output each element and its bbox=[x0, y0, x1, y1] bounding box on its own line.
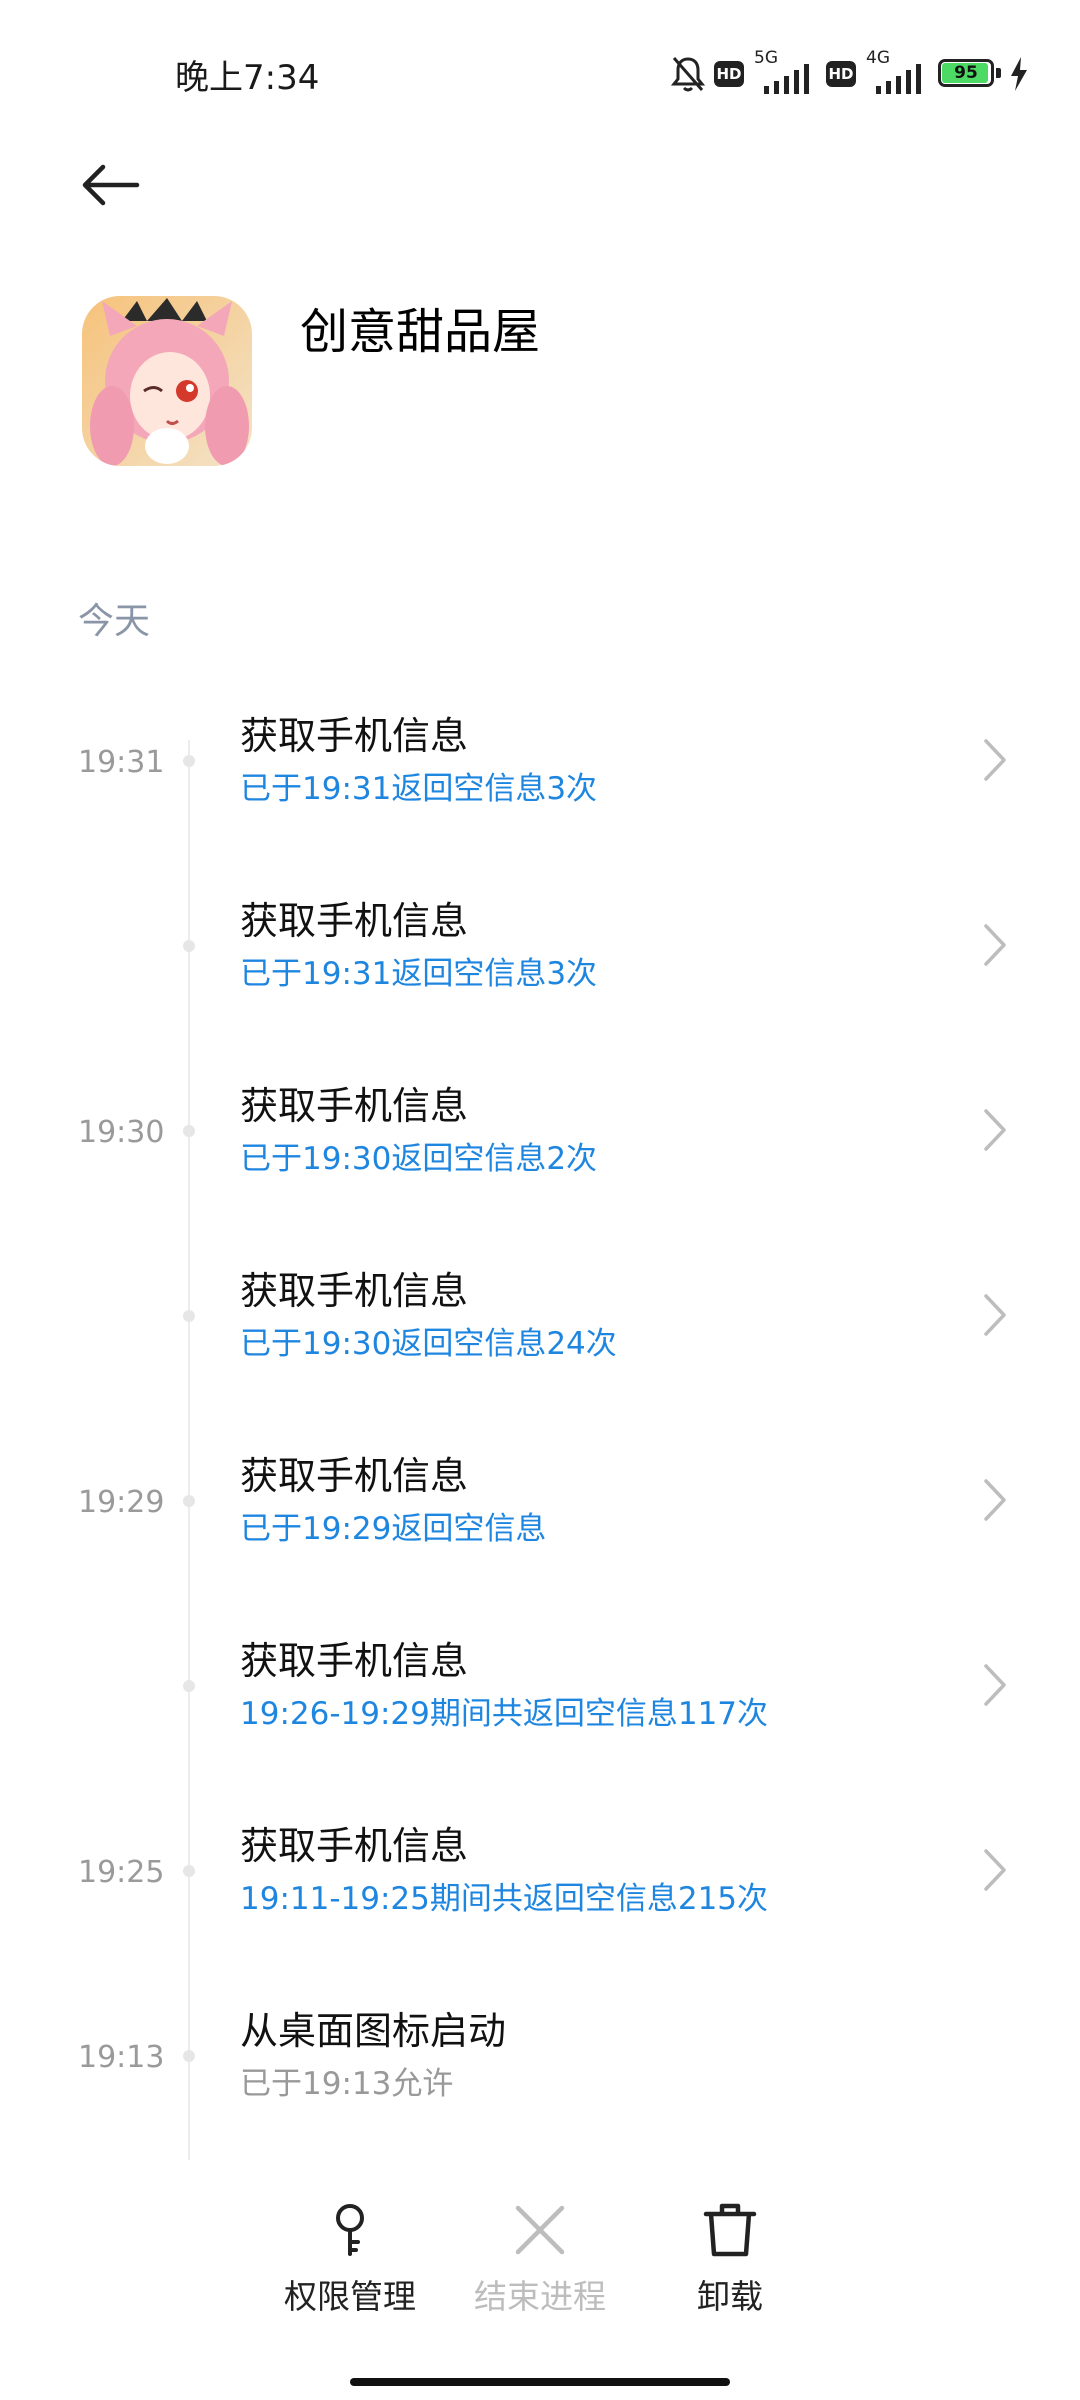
status-time: 晚上7:34 bbox=[175, 58, 320, 98]
uninstall-label: 卸载 bbox=[697, 2277, 763, 2316]
entry-title: 从桌面图标启动 bbox=[240, 2009, 507, 2053]
entry-subtitle: 19:26-19:29期间共返回空信息117次 bbox=[240, 1696, 769, 1732]
chevron-right-icon bbox=[984, 1479, 1006, 1521]
entry-time: 19:31 bbox=[78, 745, 165, 780]
timeline-dot bbox=[183, 1125, 195, 1137]
status-icons: HD 5G HD 4G 95 bbox=[670, 48, 1028, 96]
timeline-dot bbox=[183, 940, 195, 952]
signal-4g-icon: 4G bbox=[864, 48, 930, 96]
back-button[interactable] bbox=[70, 150, 150, 220]
bottom-action-bar: 权限管理 结束进程 卸载 bbox=[0, 2180, 1080, 2330]
entry-title: 获取手机信息 bbox=[240, 1824, 469, 1868]
timeline-dot bbox=[183, 755, 195, 767]
entry-subtitle: 已于19:29返回空信息 bbox=[240, 1511, 547, 1547]
timeline-dot bbox=[183, 1680, 195, 1692]
entry-time: 19:29 bbox=[78, 1485, 165, 1520]
uninstall-button[interactable]: 卸载 bbox=[630, 2180, 830, 2330]
entry-subtitle: 已于19:30返回空信息2次 bbox=[240, 1141, 598, 1177]
app-icon bbox=[82, 296, 252, 466]
chevron-right-icon bbox=[984, 1664, 1006, 1706]
timeline-entry[interactable]: 19:25 获取手机信息 19:11-19:25期间共返回空信息215次 bbox=[0, 1815, 1080, 1965]
hd-icon: HD bbox=[714, 61, 744, 87]
signal-5g-icon: 5G bbox=[752, 48, 818, 96]
chevron-right-icon bbox=[984, 1109, 1006, 1151]
timeline-entry[interactable]: 获取手机信息 已于19:30返回空信息24次 bbox=[0, 1260, 1080, 1410]
entry-title: 获取手机信息 bbox=[240, 899, 469, 943]
section-label-today: 今天 bbox=[78, 601, 151, 642]
chevron-right-icon bbox=[984, 924, 1006, 966]
entry-time: 19:30 bbox=[78, 1115, 165, 1150]
permissions-button[interactable]: 权限管理 bbox=[250, 2180, 450, 2330]
entry-subtitle: 19:11-19:25期间共返回空信息215次 bbox=[240, 1881, 769, 1917]
timeline-entry[interactable]: 获取手机信息 已于19:31返回空信息3次 bbox=[0, 890, 1080, 1040]
arrow-left-icon bbox=[82, 164, 140, 206]
timeline-dot bbox=[183, 2050, 195, 2062]
entry-title: 获取手机信息 bbox=[240, 1454, 469, 1498]
timeline-entry: 19:13 从桌面图标启动 已于19:13允许 bbox=[0, 2000, 1080, 2150]
entry-subtitle: 已于19:13允许 bbox=[240, 2066, 454, 2102]
timeline-entry[interactable]: 获取手机信息 19:26-19:29期间共返回空信息117次 bbox=[0, 1630, 1080, 1780]
battery-level-text: 95 bbox=[954, 63, 978, 83]
timeline-dot bbox=[183, 1865, 195, 1877]
entry-title: 获取手机信息 bbox=[240, 714, 469, 758]
entry-time: 19:13 bbox=[78, 2040, 165, 2075]
charging-bolt-icon bbox=[1010, 57, 1028, 91]
entry-subtitle: 已于19:31返回空信息3次 bbox=[240, 771, 598, 807]
entry-title: 获取手机信息 bbox=[240, 1269, 469, 1313]
permissions-label: 权限管理 bbox=[284, 2277, 416, 2316]
entry-subtitle: 已于19:30返回空信息24次 bbox=[240, 1326, 617, 1362]
timeline-entry[interactable]: 19:30 获取手机信息 已于19:30返回空信息2次 bbox=[0, 1075, 1080, 1225]
home-indicator[interactable] bbox=[350, 2378, 730, 2386]
timeline-dot bbox=[183, 1495, 195, 1507]
chevron-right-icon bbox=[984, 1849, 1006, 1891]
chevron-right-icon bbox=[984, 739, 1006, 781]
end-process-button[interactable]: 结束进程 bbox=[440, 2180, 640, 2330]
chevron-right-icon bbox=[984, 1294, 1006, 1336]
battery-cap bbox=[996, 68, 1001, 78]
battery-icon: 95 bbox=[938, 59, 1002, 89]
hd-icon: HD bbox=[826, 61, 856, 87]
entry-title: 获取手机信息 bbox=[240, 1084, 469, 1128]
app-name: 创意甜品屋 bbox=[300, 304, 541, 360]
entry-title: 获取手机信息 bbox=[240, 1639, 469, 1683]
entry-time: 19:25 bbox=[78, 1855, 165, 1890]
close-x-icon bbox=[515, 2205, 565, 2255]
mute-bell-icon bbox=[670, 54, 706, 94]
timeline-dot bbox=[183, 1310, 195, 1322]
entry-subtitle: 已于19:31返回空信息3次 bbox=[240, 956, 598, 992]
key-icon bbox=[336, 2204, 364, 2256]
end-process-label: 结束进程 bbox=[474, 2277, 606, 2316]
timeline-entry[interactable]: 19:31 获取手机信息 已于19:31返回空信息3次 bbox=[0, 705, 1080, 855]
trash-icon bbox=[703, 2203, 757, 2257]
timeline-entry[interactable]: 19:29 获取手机信息 已于19:29返回空信息 bbox=[0, 1445, 1080, 1595]
status-bar: 晚上7:34 HD 5G HD 4G 95 bbox=[0, 0, 1080, 150]
